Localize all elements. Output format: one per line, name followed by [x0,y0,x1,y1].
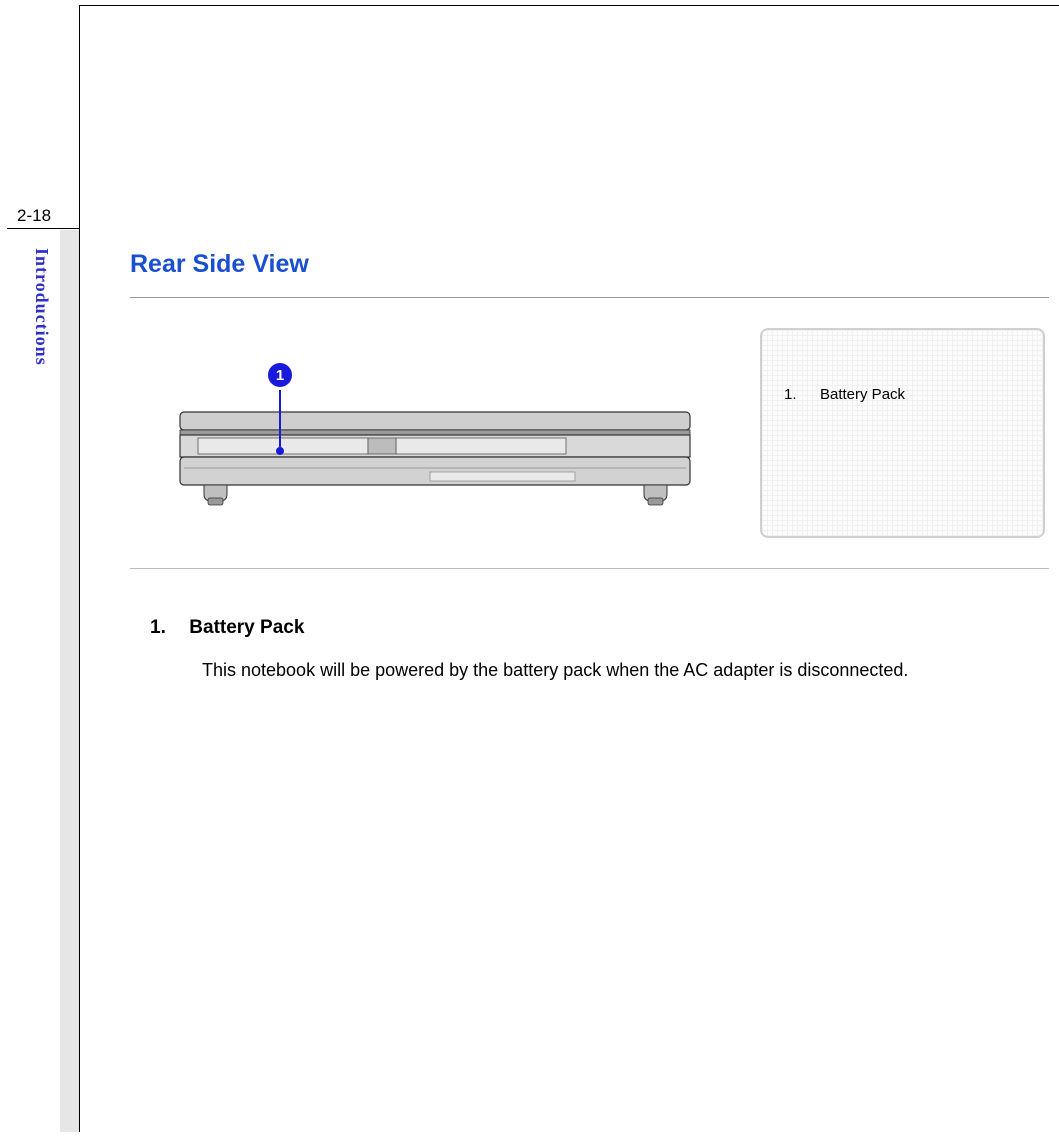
legend-item-label: Battery Pack [820,386,905,403]
legend-item-number: 1. [784,386,800,403]
page-number-underline [7,228,79,229]
figure-legend-row: 1 [130,328,1049,548]
content-area: Rear Side View 1 [130,250,1049,684]
legend-item: 1. Battery Pack [784,386,1021,403]
section-tab-label: Introductions [27,248,52,414]
divider-line [130,297,1049,298]
page-heading: Rear Side View [130,250,1049,279]
page-number: 2-18 [17,206,51,226]
section-gray-bar [60,230,79,1132]
laptop-rear-illustration [170,408,700,523]
description-heading: 1. Battery Pack [150,617,1049,639]
description-text: This notebook will be powered by the bat… [150,657,1049,684]
figure-container: 1 [130,328,730,548]
description-block: 1. Battery Pack This notebook will be po… [130,617,1049,684]
callout-badge: 1 [266,361,294,389]
description-title: Battery Pack [189,617,304,638]
callout-dot [276,447,284,455]
legend-box: 1. Battery Pack [760,328,1045,538]
top-border-line [79,5,1059,6]
description-number: 1. [150,617,184,639]
vertical-border-line [79,5,80,1132]
callout-leader-line [279,390,281,452]
page-wrapper: 2-18 Introductions Rear Side View 1 [0,0,1059,1136]
divider-line-2 [130,568,1049,569]
